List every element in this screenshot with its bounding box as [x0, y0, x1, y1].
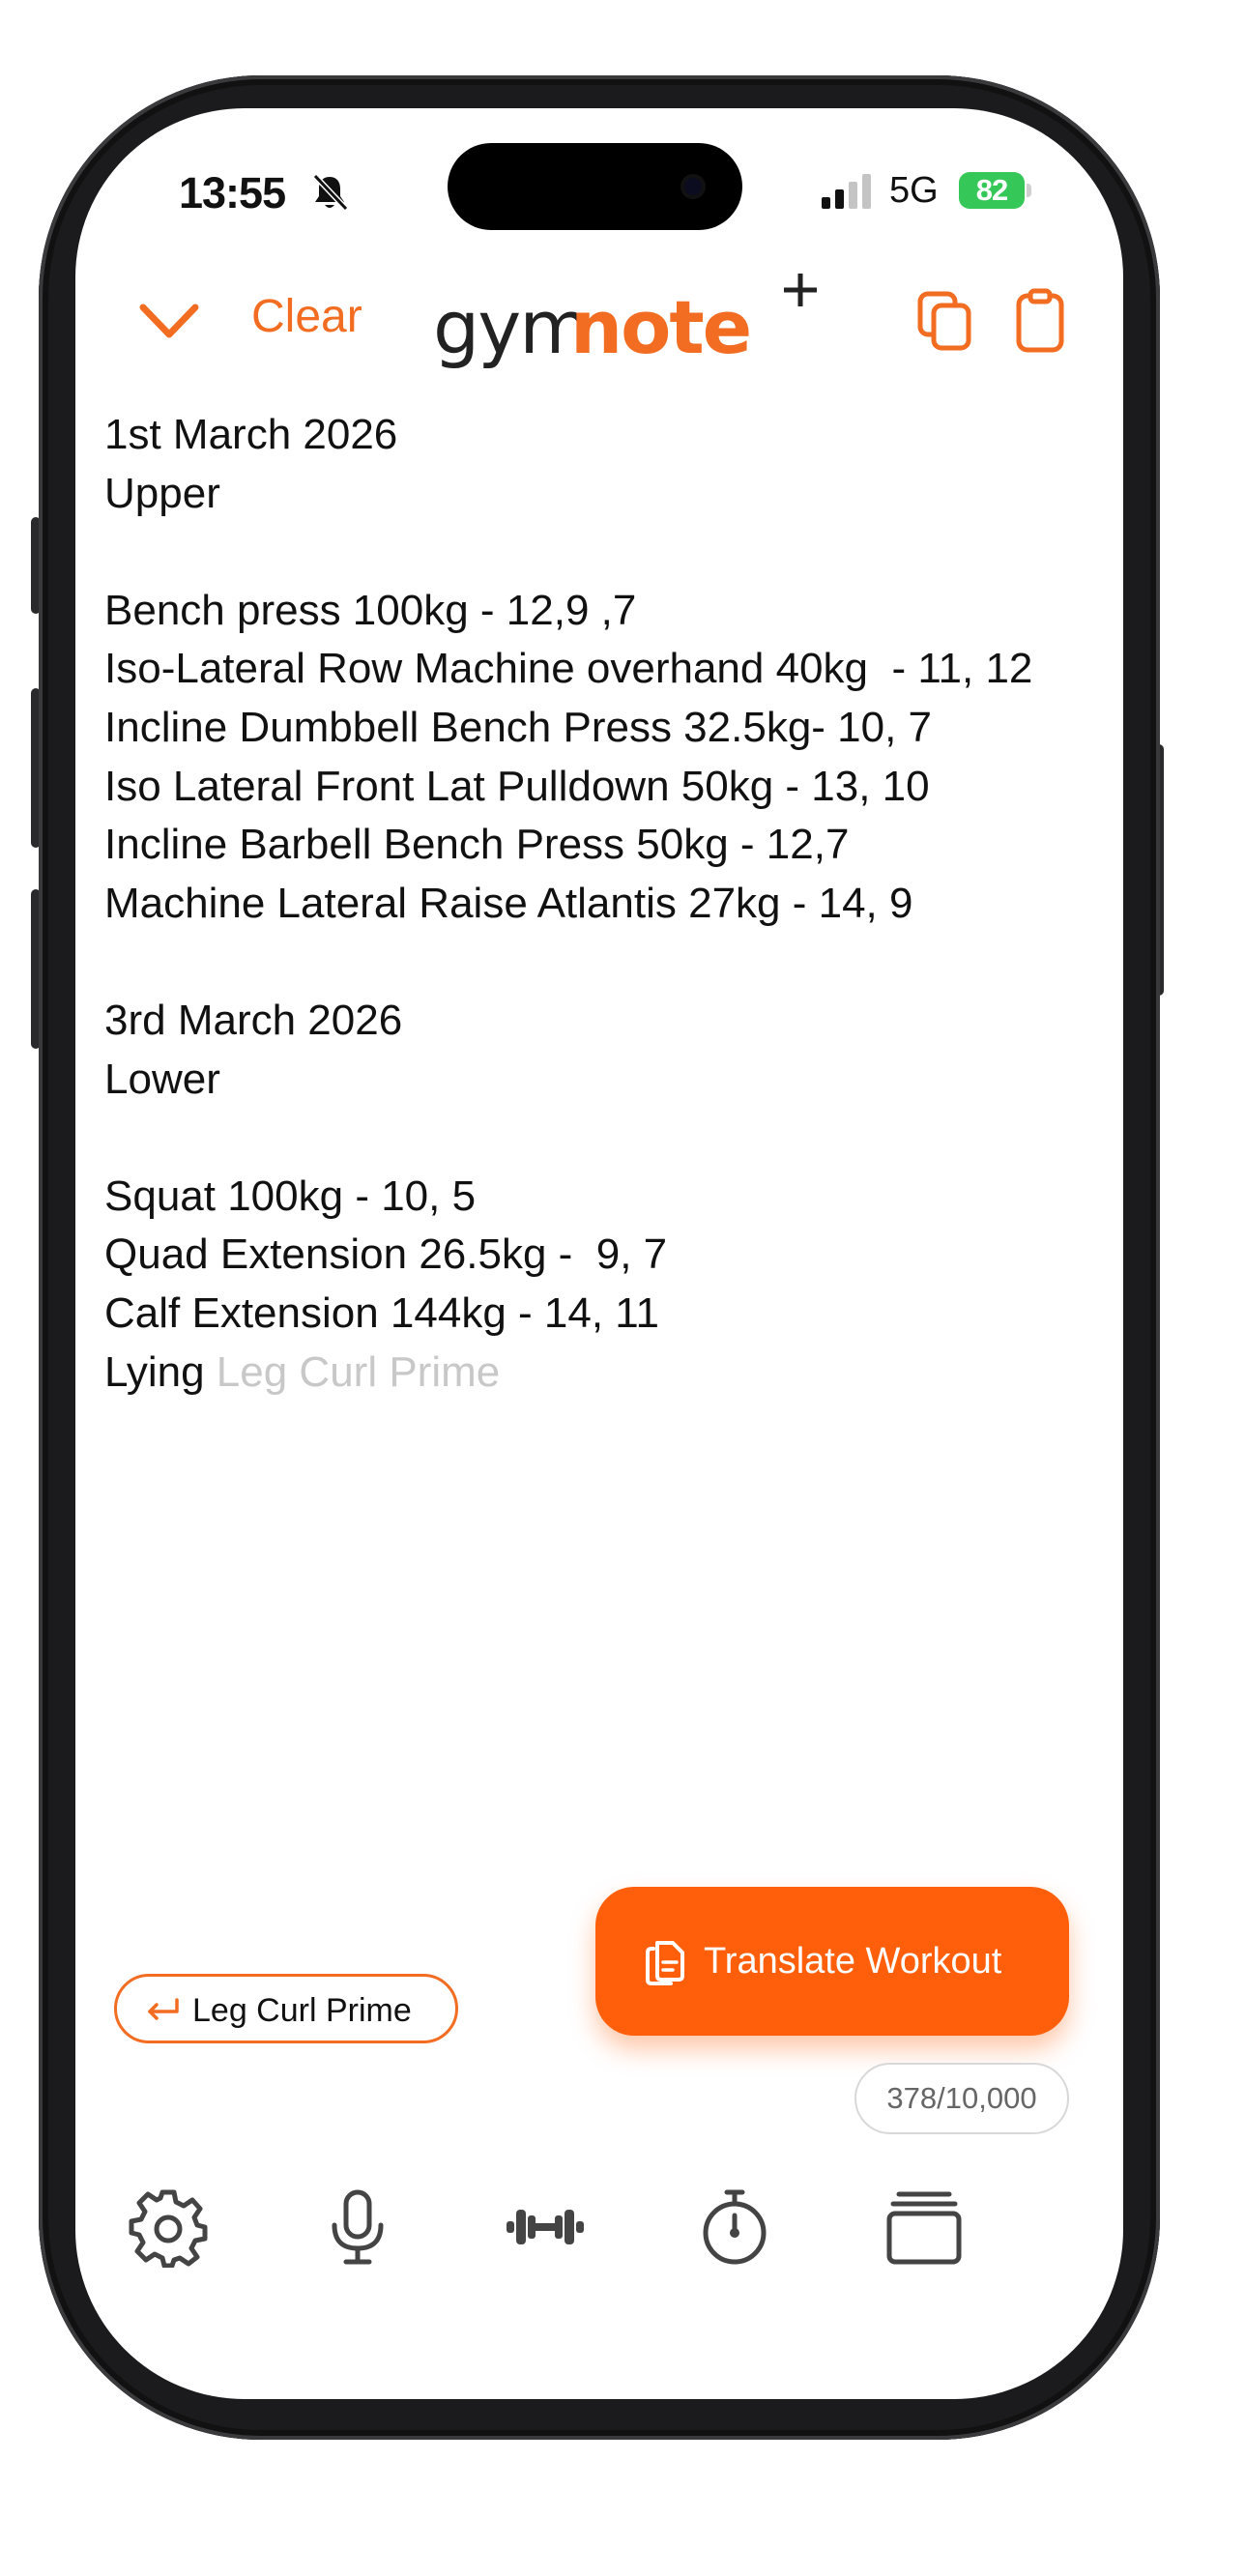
camera-icon	[680, 174, 706, 199]
note-line: Machine Lateral Raise Atlantis 27kg - 14…	[104, 879, 913, 927]
network-label: 5G	[889, 170, 939, 211]
note-line: Lower	[104, 1055, 220, 1103]
note-line: Quad Extension 26.5kg - 9, 7	[104, 1230, 668, 1279]
gear-icon[interactable]	[128, 2186, 209, 2268]
note-line: Calf Extension 144kg - 14, 11	[104, 1288, 659, 1337]
typed-text: Lying	[104, 1347, 217, 1396]
workout-note-text[interactable]: 1st March 2026 Upper Bench press 100kg -…	[104, 406, 1110, 1402]
status-time: 13:55	[179, 168, 286, 217]
note-line: Squat 100kg - 10, 5	[104, 1172, 477, 1220]
copy-icon[interactable]	[916, 290, 974, 352]
microphone-icon[interactable]	[317, 2186, 398, 2268]
battery-tip	[1027, 184, 1031, 197]
character-counter: 378/10,000	[854, 2063, 1069, 2134]
dynamic-island	[448, 143, 742, 230]
note-line: Incline Barbell Bench Press 50kg - 12,7	[104, 821, 850, 869]
note-line: Incline Dumbbell Bench Press 32.5kg- 10,…	[104, 703, 933, 751]
signal-icon	[822, 174, 871, 209]
current-note-line: Lying Leg Curl Prime	[104, 1344, 1110, 1403]
stopwatch-icon[interactable]	[694, 2186, 775, 2268]
note-line: Iso Lateral Front Lat Pulldown 50kg - 13…	[104, 762, 930, 810]
dumbbell-icon[interactable]	[505, 2186, 586, 2268]
clear-button[interactable]: Clear	[251, 290, 362, 343]
return-arrow-icon	[148, 1998, 179, 2020]
clipboard-icon[interactable]	[1013, 288, 1067, 354]
chevron-down-icon[interactable]	[135, 292, 203, 350]
translate-workout-label: Translate Workout	[704, 1941, 1002, 1982]
logo-note: note	[570, 284, 752, 370]
app-screen: 13:55 5G 82 Clear gym note 1st March 202…	[75, 108, 1123, 2399]
note-line	[104, 933, 1110, 992]
note-line: 3rd March 2026	[104, 996, 403, 1044]
autocomplete-ghost-text: Leg Curl Prime	[216, 1347, 501, 1396]
note-line	[104, 523, 1110, 582]
translate-workout-button[interactable]: Translate Workout	[595, 1887, 1069, 2036]
documents-icon	[646, 1941, 684, 1985]
plus-icon	[784, 274, 817, 306]
logo-gym: gym	[433, 284, 591, 370]
app-logo: gym note	[433, 263, 817, 379]
note-line: Bench press 100kg - 12,9 ,7	[104, 586, 637, 634]
stack-icon[interactable]	[883, 2186, 965, 2268]
battery-indicator: 82	[959, 172, 1025, 209]
note-line: 1st March 2026	[104, 411, 398, 458]
suggestion-chip-label: Leg Curl Prime	[192, 1992, 412, 2029]
note-line	[104, 1109, 1110, 1168]
autocomplete-suggestion-chip[interactable]: Leg Curl Prime	[114, 1974, 458, 2043]
note-line: Upper	[104, 469, 220, 517]
bell-slash-icon	[312, 173, 349, 212]
note-line: Iso-Lateral Row Machine overhand 40kg - …	[104, 645, 1033, 693]
